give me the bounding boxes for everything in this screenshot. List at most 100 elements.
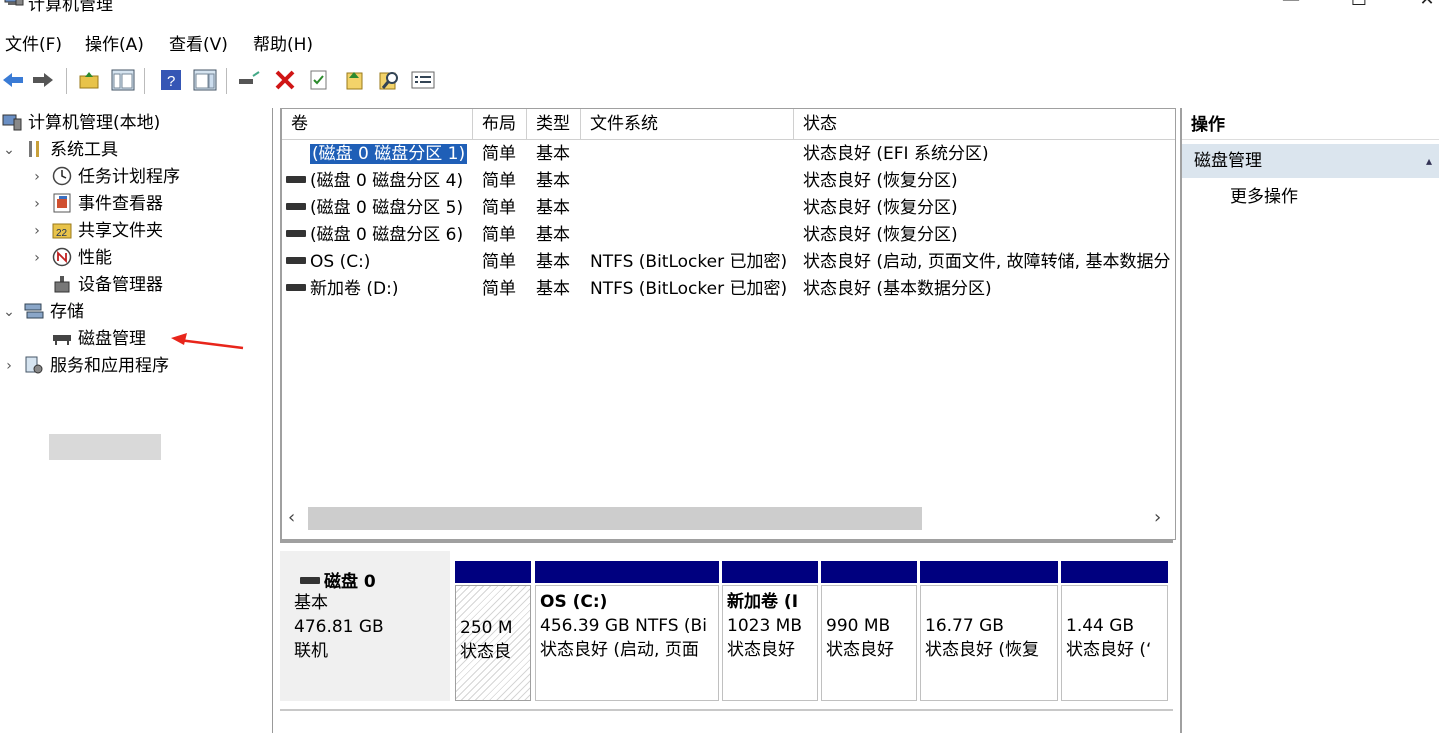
tree-label: 磁盘管理 bbox=[78, 329, 146, 349]
partition-efi[interactable]: 250 M 状态良 bbox=[455, 561, 531, 701]
toolbar: ? bbox=[0, 64, 1439, 98]
volume-name: (磁盘 0 磁盘分区 6) bbox=[310, 225, 464, 245]
export-icon[interactable] bbox=[342, 67, 368, 93]
volume-type: 基本 bbox=[536, 171, 570, 191]
search-icon[interactable] bbox=[376, 67, 402, 93]
partition-size: 250 M bbox=[460, 618, 513, 638]
table-row[interactable]: (磁盘 0 磁盘分区 1) 简单 基本 状态良好 (EFI 系统分区) bbox=[282, 141, 1175, 168]
delete-icon[interactable] bbox=[272, 67, 298, 93]
tree-item-shared-folders[interactable]: 22 共享文件夹 bbox=[52, 218, 163, 244]
table-row[interactable]: OS (C:) 简单 基本 NTFS (BitLocker 已加密) 状态良好 … bbox=[282, 249, 1175, 276]
table-row[interactable]: 新加卷 (D:) 简单 基本 NTFS (BitLocker 已加密) 状态良好… bbox=[282, 276, 1175, 303]
properties-icon[interactable] bbox=[306, 67, 332, 93]
partition-recovery-2[interactable]: 16.77 GB 状态良好 (恢复 bbox=[920, 561, 1058, 701]
actions-pane: 操作 磁盘管理 ▴ 更多操作 bbox=[1180, 108, 1439, 733]
close-button[interactable]: ✕ bbox=[1404, 0, 1439, 16]
svg-text:?: ? bbox=[167, 73, 175, 90]
actions-header: 操作 bbox=[1182, 108, 1439, 140]
event-viewer-icon bbox=[52, 193, 72, 213]
computer-management-icon bbox=[2, 112, 22, 132]
chevron-right-icon[interactable]: › bbox=[30, 164, 44, 190]
partition-c[interactable]: OS (C:) 456.39 GB NTFS (Bi 状态良好 (启动, 页面 bbox=[535, 561, 719, 701]
connect-drive-icon[interactable] bbox=[236, 67, 262, 93]
horizontal-scrollbar[interactable]: ‹ › bbox=[282, 507, 1175, 531]
device-manager-icon bbox=[52, 274, 72, 294]
volume-name: 新加卷 (D:) bbox=[310, 279, 399, 299]
column-header-volume[interactable]: 卷 bbox=[282, 109, 473, 140]
menu-help[interactable]: 帮助(H) bbox=[253, 32, 313, 58]
collapse-icon[interactable]: ▴ bbox=[1426, 144, 1432, 178]
help-icon[interactable]: ? bbox=[158, 67, 184, 93]
menu-view[interactable]: 查看(V) bbox=[169, 32, 228, 58]
show-hide-tree-icon[interactable] bbox=[110, 67, 136, 93]
chevron-down-icon[interactable]: ⌄ bbox=[2, 137, 16, 163]
volume-layout: 简单 bbox=[482, 171, 516, 191]
volume-layout: 简单 bbox=[482, 198, 516, 218]
tree-label: 系统工具 bbox=[50, 140, 118, 160]
up-folder-icon[interactable] bbox=[76, 67, 102, 93]
tree-item-event-viewer[interactable]: 事件查看器 bbox=[52, 191, 163, 217]
tree-label: 计算机管理(本地) bbox=[28, 113, 161, 133]
volume-name: (磁盘 0 磁盘分区 1) bbox=[310, 144, 468, 164]
tree-item-performance[interactable]: 性能 bbox=[52, 245, 112, 271]
chevron-right-icon[interactable]: › bbox=[30, 191, 44, 217]
volume-status: 状态良好 (恢复分区) bbox=[803, 171, 958, 191]
forward-arrow-icon[interactable] bbox=[30, 67, 56, 93]
volume-type: 基本 bbox=[536, 279, 570, 299]
column-header-type[interactable]: 类型 bbox=[527, 109, 581, 140]
partition-size: 456.39 GB NTFS (Bi bbox=[540, 616, 707, 636]
minimize-button[interactable]: — bbox=[1268, 0, 1314, 16]
menu-action[interactable]: 操作(A) bbox=[85, 32, 144, 58]
partition-recovery-1[interactable]: 990 MB 状态良好 bbox=[821, 561, 917, 701]
title-bar: 计算机管理 — ☐ ✕ bbox=[0, 0, 1439, 18]
menu-file[interactable]: 文件(F) bbox=[5, 32, 62, 58]
table-row[interactable]: (磁盘 0 磁盘分区 5) 简单 基本 状态良好 (恢复分区) bbox=[282, 195, 1175, 222]
partition-recovery-3[interactable]: 1.44 GB 状态良好 (‘ bbox=[1061, 561, 1168, 701]
show-hide-action-pane-icon[interactable] bbox=[192, 67, 218, 93]
disk-name: 磁盘 0 bbox=[324, 572, 376, 592]
tree-label: 性能 bbox=[78, 248, 112, 268]
partition-status: 状态良 bbox=[460, 642, 511, 662]
back-arrow-icon[interactable] bbox=[0, 67, 26, 93]
scrollbar-thumb[interactable] bbox=[308, 507, 922, 530]
column-header-filesystem[interactable]: 文件系统 bbox=[581, 109, 794, 140]
clock-icon bbox=[52, 166, 72, 186]
tree-item-disk-management[interactable]: 磁盘管理 bbox=[52, 326, 146, 352]
divider bbox=[280, 709, 1173, 711]
disk-management-icon bbox=[52, 328, 72, 348]
table-row[interactable]: (磁盘 0 磁盘分区 4) 简单 基本 状态良好 (恢复分区) bbox=[282, 168, 1175, 195]
volume-layout: 简单 bbox=[482, 252, 516, 272]
tree-item-root[interactable]: 计算机管理(本地) bbox=[2, 110, 160, 136]
menu-bar: 文件(F) 操作(A) 查看(V) 帮助(H) bbox=[0, 32, 1439, 60]
disk-icon bbox=[286, 203, 306, 210]
window-title: 计算机管理 bbox=[28, 0, 113, 15]
chevron-down-icon[interactable]: ⌄ bbox=[2, 299, 16, 325]
partition-d[interactable]: 新加卷 (I 1023 MB 状态良好 bbox=[722, 561, 818, 701]
list-view-icon[interactable] bbox=[410, 67, 436, 93]
tree-item-storage[interactable]: 存储 bbox=[24, 299, 84, 325]
tree-item-device-manager[interactable]: 设备管理器 bbox=[52, 272, 163, 298]
disk-icon bbox=[286, 284, 306, 291]
more-actions-label: 更多操作 bbox=[1230, 187, 1298, 207]
maximize-button[interactable]: ☐ bbox=[1336, 0, 1382, 16]
tree-item-system-tools[interactable]: 系统工具 bbox=[24, 137, 118, 163]
scroll-right-button[interactable]: › bbox=[1154, 507, 1161, 529]
chevron-right-icon[interactable]: › bbox=[30, 218, 44, 244]
disk-icon bbox=[286, 230, 306, 237]
table-row[interactable]: (磁盘 0 磁盘分区 6) 简单 基本 状态良好 (恢复分区) bbox=[282, 222, 1175, 249]
volume-type: 基本 bbox=[536, 198, 570, 218]
actions-section-disk-management[interactable]: 磁盘管理 ▴ bbox=[1182, 144, 1439, 178]
storage-icon bbox=[24, 301, 44, 321]
chevron-right-icon[interactable]: › bbox=[30, 245, 44, 271]
scroll-left-button[interactable]: ‹ bbox=[288, 507, 295, 529]
disk-info[interactable]: 磁盘 0 基本 476.81 GB 联机 bbox=[280, 551, 450, 701]
disk-state: 联机 bbox=[294, 641, 328, 661]
shared-folder-icon: 22 bbox=[52, 220, 72, 240]
chevron-right-icon[interactable]: › bbox=[2, 353, 16, 379]
tree-item-task-scheduler[interactable]: 任务计划程序 bbox=[52, 164, 180, 190]
more-actions-link[interactable]: 更多操作 bbox=[1230, 184, 1298, 210]
column-header-status[interactable]: 状态 bbox=[794, 109, 1175, 140]
performance-icon bbox=[52, 247, 72, 267]
tree-item-services-apps[interactable]: 服务和应用程序 bbox=[24, 353, 169, 379]
column-header-layout[interactable]: 布局 bbox=[473, 109, 527, 140]
